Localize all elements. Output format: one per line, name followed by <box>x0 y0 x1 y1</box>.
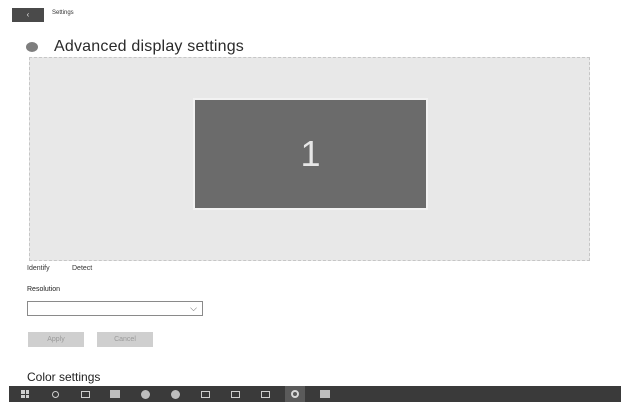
store-icon[interactable] <box>315 386 335 402</box>
app-title: Settings <box>52 10 74 16</box>
windows-start-icon[interactable] <box>15 386 35 402</box>
identify-link[interactable]: Identify <box>27 265 50 272</box>
resolution-dropdown[interactable]: ⌵ <box>27 301 203 316</box>
monitor-1[interactable]: 1 <box>193 98 428 210</box>
monitor-number: 1 <box>300 133 321 174</box>
display-arrangement-area[interactable]: 1 <box>29 57 590 261</box>
color-settings-heading: Color settings <box>27 370 101 384</box>
file-explorer-icon[interactable] <box>195 386 215 402</box>
task-view-icon[interactable] <box>75 386 95 402</box>
page-header: Advanced display settings <box>26 37 244 57</box>
photos-icon[interactable] <box>225 386 245 402</box>
cancel-button[interactable]: Cancel <box>97 332 153 347</box>
edge-icon[interactable] <box>135 386 155 402</box>
settings-icon[interactable] <box>285 386 305 402</box>
gear-icon <box>26 42 38 52</box>
resolution-label: Resolution <box>27 286 61 293</box>
title-bar: ‹ Settings <box>0 0 629 30</box>
chrome-icon[interactable] <box>165 386 185 402</box>
search-icon[interactable] <box>45 386 65 402</box>
chevron-down-icon: ⌵ <box>190 303 197 313</box>
page-title: Advanced display settings <box>54 38 244 55</box>
back-button[interactable]: ‹ <box>12 8 44 22</box>
apply-button[interactable]: Apply <box>28 332 84 347</box>
taskbar <box>9 386 621 402</box>
mail-icon[interactable] <box>105 386 125 402</box>
image-icon[interactable] <box>255 386 275 402</box>
detect-link[interactable]: Detect <box>72 265 92 272</box>
